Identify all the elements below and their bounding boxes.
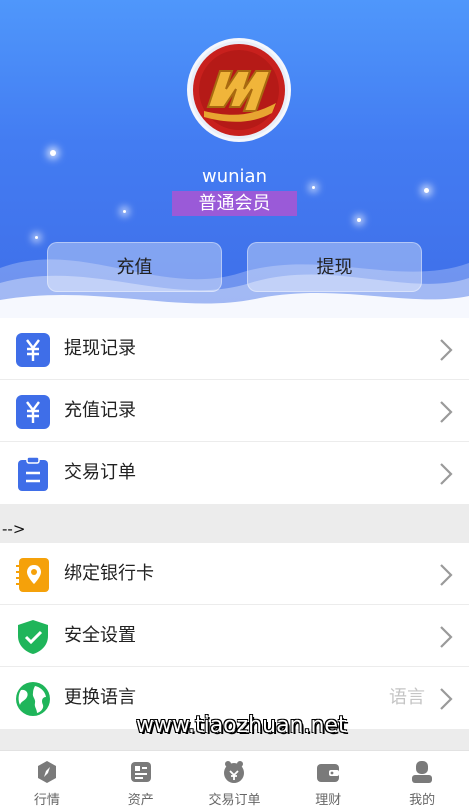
chevron-right-icon [440,463,453,485]
menu-item-label: 提现记录 [64,338,136,359]
sparkle-decoration [123,210,126,213]
profile-page: wunian 普通会员 充值 提现 提现记录 充值记录 交易订单 --> 绑定银… [0,0,469,810]
chevron-right-icon [440,564,453,586]
logo-icon [193,44,285,136]
tab-finance[interactable]: 理财 [281,751,375,810]
records-menu: 提现记录 充值记录 交易订单 [0,318,469,504]
stray-comment-text: --> [2,520,26,538]
menu-item-label: 绑定银行卡 [64,563,154,584]
sparkle-decoration [424,188,429,193]
tab-profile[interactable]: 我的 [375,751,469,810]
bind-bank-card-item[interactable]: 绑定银行卡 [0,543,469,605]
tab-label: 我的 [409,793,436,808]
clipboard-icon [18,456,48,491]
profile-icon [412,761,433,783]
recharge-button[interactable]: 充值 [47,242,222,292]
yuan-icon [16,333,50,367]
watermark-text: www.tiaozhuan.net [136,713,347,738]
menu-item-label: 交易订单 [64,462,136,483]
menu-item-label: 更换语言 [64,687,136,708]
sparkle-decoration [50,150,56,156]
market-icon [37,761,56,783]
menu-item-label: 充值记录 [64,400,136,421]
profile-header: wunian 普通会员 充值 提现 [0,0,469,318]
avatar[interactable] [187,38,291,142]
tab-orders[interactable]: 交易订单 [188,751,282,810]
menu-item-label: 安全设置 [64,625,136,646]
bank-card-icon [16,558,49,592]
chevron-right-icon [440,339,453,361]
wallet-icon [317,764,340,782]
tab-assets[interactable]: 资产 [94,751,188,810]
tab-label: 交易订单 [208,793,261,808]
tab-label: 行情 [33,793,60,808]
tab-market[interactable]: 行情 [0,751,94,810]
chevron-right-icon [440,401,453,423]
shield-check-icon [18,620,48,654]
globe-icon [16,682,50,716]
orders-icon [224,761,245,783]
assets-icon [130,762,151,782]
recharge-records-item[interactable]: 充值记录 [0,380,469,442]
member-level-badge: 普通会员 [172,191,297,216]
yuan-icon [16,395,50,429]
tab-label: 资产 [127,793,154,808]
settings-menu: 绑定银行卡 安全设置 更换语言 语言 [0,543,469,729]
bottom-tab-bar: 行情 资产 交易订单 理财 我的 [0,750,469,810]
chevron-right-icon [440,688,453,710]
security-settings-item[interactable]: 安全设置 [0,605,469,667]
withdraw-button[interactable]: 提现 [247,242,422,292]
withdraw-records-item[interactable]: 提现记录 [0,318,469,380]
chevron-right-icon [440,626,453,648]
trade-orders-item[interactable]: 交易订单 [0,442,469,504]
username: wunian [202,166,267,187]
tab-label: 理财 [315,793,342,808]
current-language-value: 语言 [389,687,425,708]
sparkle-decoration [357,218,361,222]
